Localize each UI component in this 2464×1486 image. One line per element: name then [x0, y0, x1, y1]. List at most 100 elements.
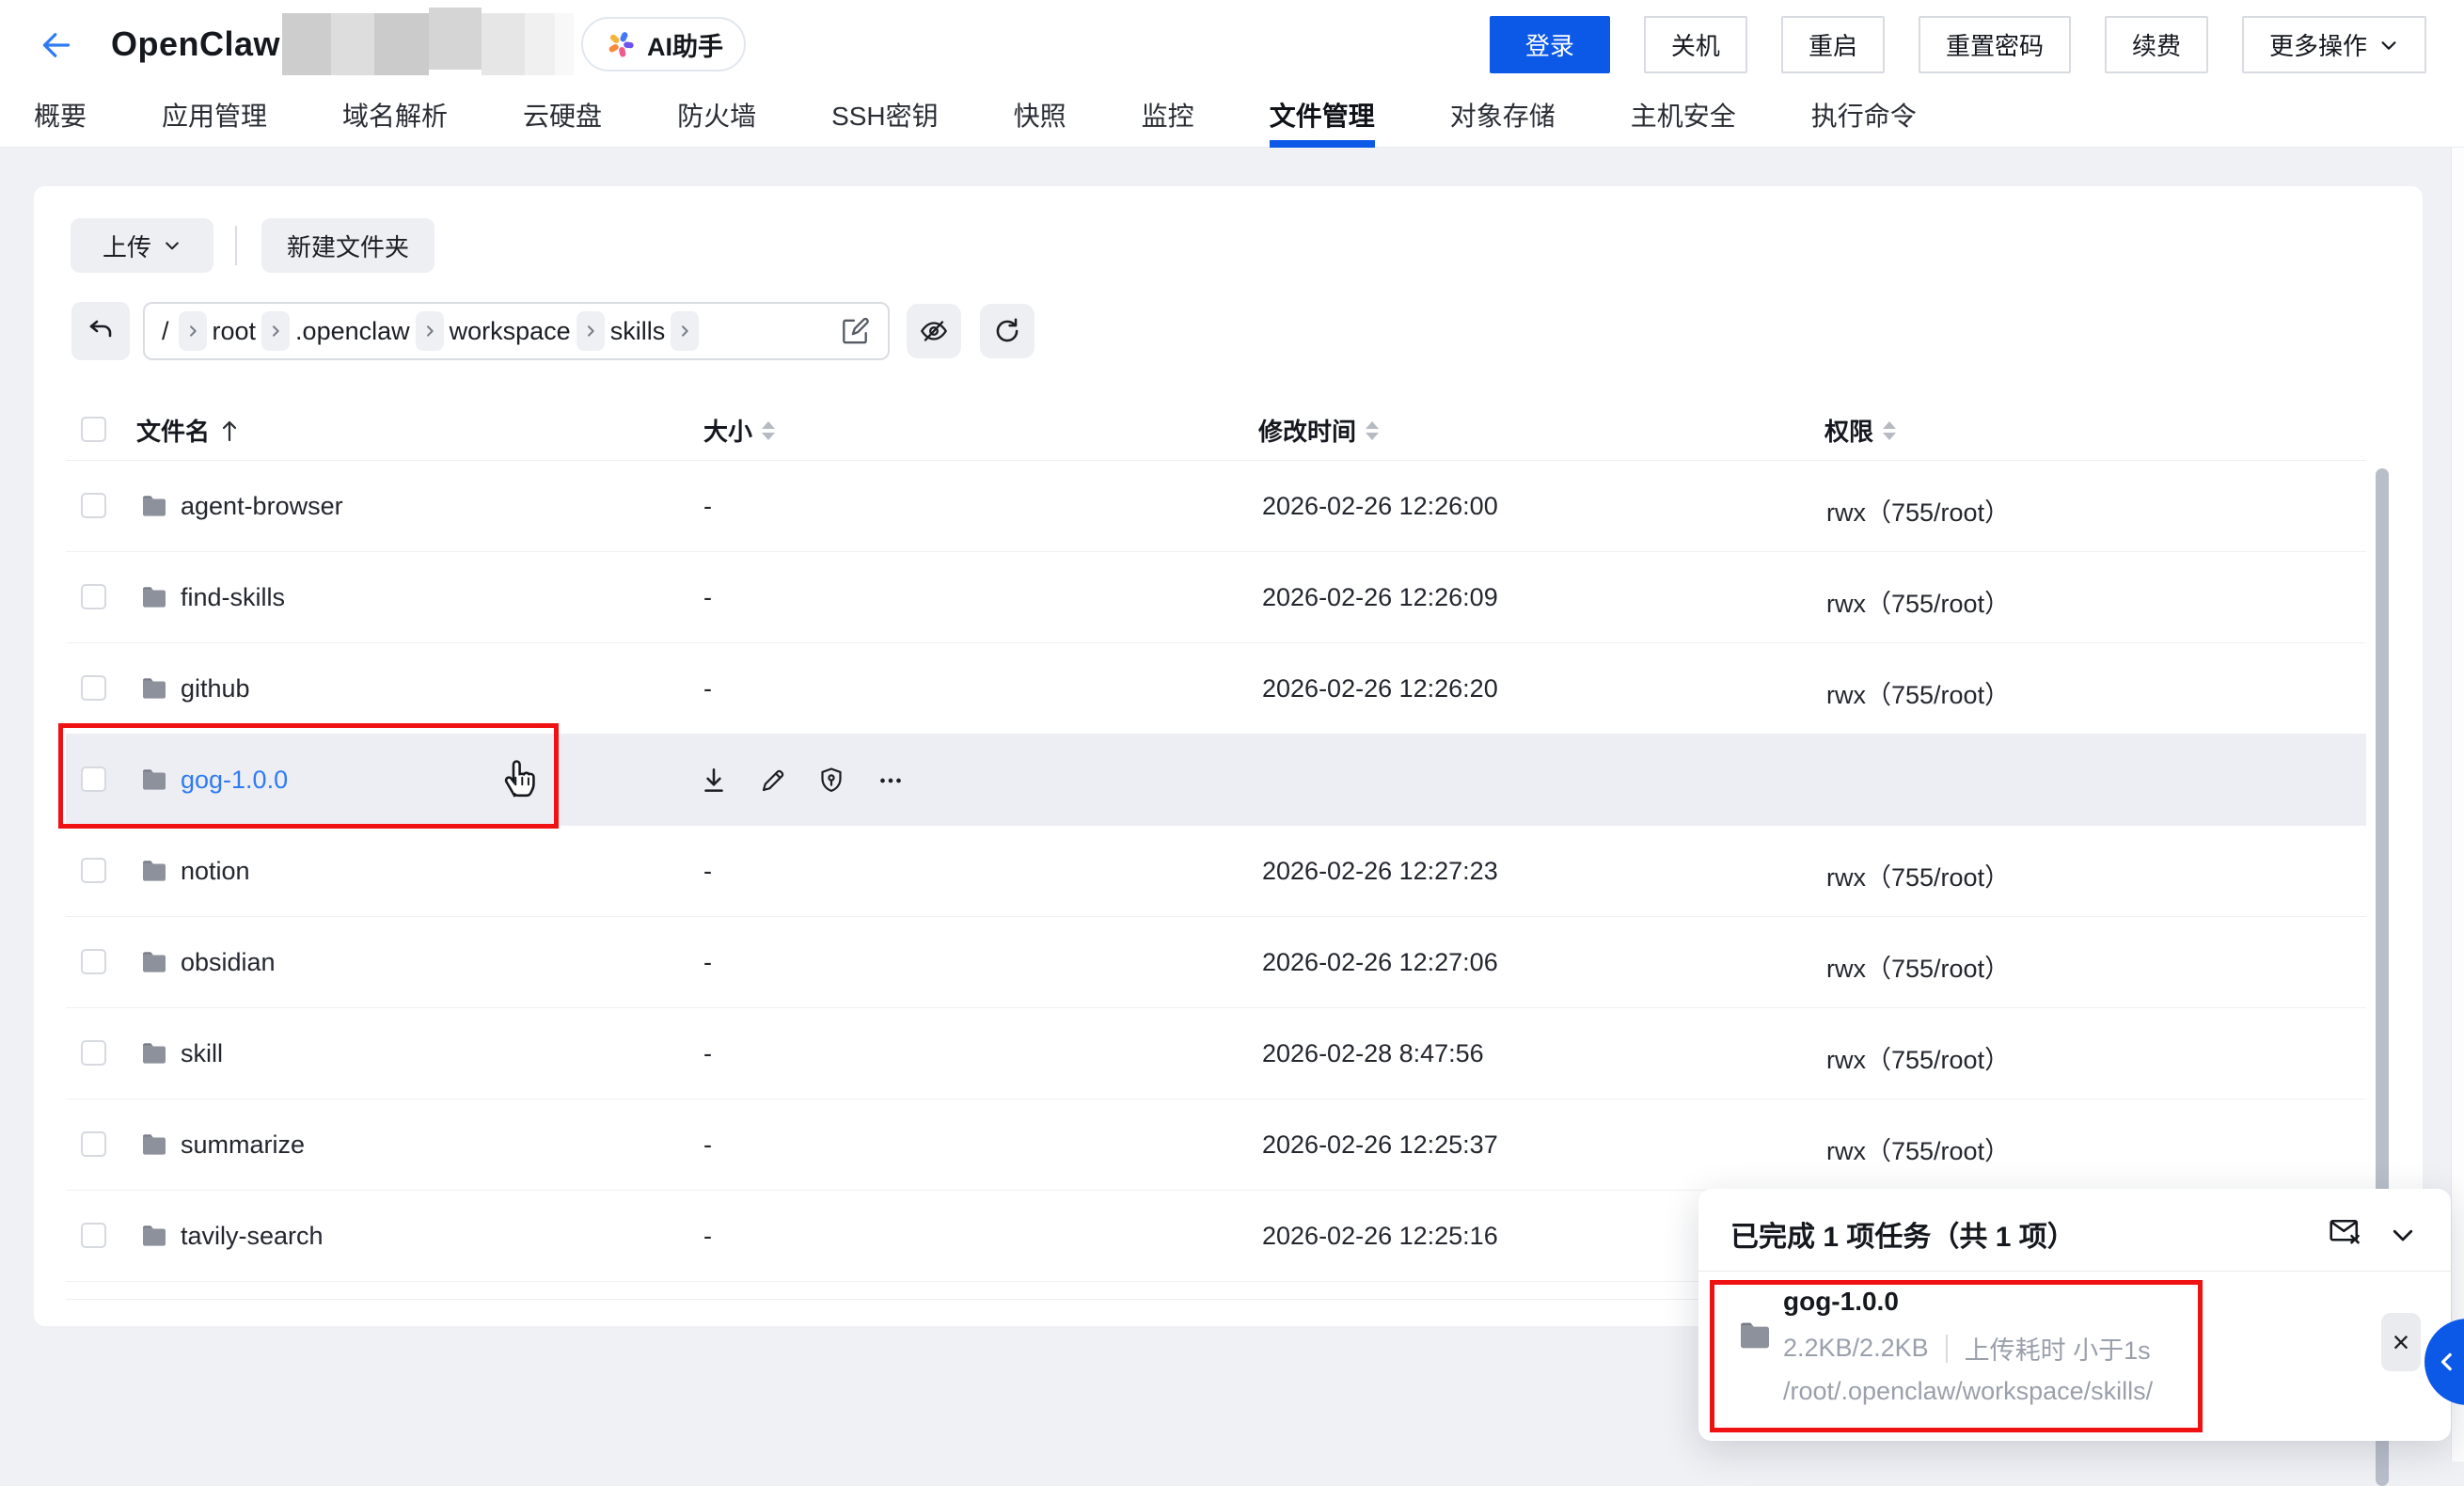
tab-item[interactable]: 快照: [1014, 90, 1066, 148]
more-actions-icon[interactable]: [875, 765, 907, 797]
table-row[interactable]: find-skills - 2026-02-26 12:26:09 rwx（75…: [66, 552, 2366, 643]
task-item[interactable]: gog-1.0.0 2.2KB/2.2KB 上传耗时 小于1s /root/.o…: [1698, 1272, 2451, 1441]
breadcrumb-chevron[interactable]: [416, 311, 444, 351]
refresh-button[interactable]: [980, 304, 1035, 358]
tab-item[interactable]: 防火墙: [677, 90, 756, 148]
breadcrumb-chevron[interactable]: [261, 311, 290, 351]
row-checkbox[interactable]: [81, 584, 106, 609]
file-mtime: 2026-02-26 12:26:09: [1262, 583, 1498, 612]
header-action-button[interactable]: 续费: [2105, 16, 2208, 73]
column-header-filename[interactable]: 文件名: [136, 413, 240, 448]
file-mtime: 2026-02-26 12:26:00: [1262, 492, 1498, 521]
header-action-button[interactable]: 重启: [1781, 16, 1885, 73]
row-checkbox[interactable]: [81, 1223, 106, 1248]
toggle-hidden-files-button[interactable]: [907, 304, 961, 358]
table-row[interactable]: skill - 2026-02-28 8:47:56 rwx（755/root）: [66, 1008, 2366, 1099]
chevron-right-icon: [583, 324, 598, 339]
table-row[interactable]: github - 2026-02-26 12:26:20 rwx（755/roo…: [66, 643, 2366, 735]
file-name[interactable]: skill: [181, 1039, 223, 1068]
collapse-panel-chevron-icon[interactable]: [2389, 1221, 2417, 1249]
breadcrumb-chevron[interactable]: [179, 311, 207, 351]
header-action-button[interactable]: 关机: [1644, 16, 1747, 73]
row-checkbox[interactable]: [81, 1131, 106, 1157]
task-panel-title: 已完成 1 项任务（共 1 项）: [1730, 1213, 2076, 1255]
new-folder-button[interactable]: 新建文件夹: [261, 218, 434, 273]
path-root-symbol: /: [162, 317, 169, 346]
table-row[interactable]: summarize - 2026-02-26 12:25:37 rwx（755/…: [66, 1099, 2366, 1191]
breadcrumb-segment[interactable]: workspace: [450, 317, 571, 346]
tab-item[interactable]: 主机安全: [1631, 90, 1736, 148]
file-size: -: [703, 583, 712, 612]
file-mtime: 2026-02-26 12:26:20: [1262, 674, 1498, 703]
file-name[interactable]: agent-browser: [181, 492, 343, 521]
file-name[interactable]: github: [181, 674, 250, 703]
header-action-label: 续费: [2132, 27, 2181, 62]
file-size: -: [703, 492, 712, 521]
tab-item[interactable]: 文件管理: [1270, 90, 1375, 148]
row-checkbox[interactable]: [81, 1040, 106, 1066]
sort-icon[interactable]: [1366, 421, 1379, 440]
tab-item[interactable]: 云硬盘: [523, 90, 602, 148]
chevron-right-icon: [422, 324, 437, 339]
header-action-button[interactable]: 更多操作: [2242, 16, 2426, 73]
file-name[interactable]: notion: [181, 857, 250, 886]
table-row[interactable]: gog-1.0.0: [66, 735, 2366, 826]
ai-assistant-badge[interactable]: AI助手: [581, 17, 746, 71]
upload-button[interactable]: 上传: [71, 218, 213, 273]
file-name[interactable]: tavily-search: [181, 1222, 324, 1251]
tab-label: 执行命令: [1811, 96, 1917, 134]
file-name[interactable]: find-skills: [181, 583, 285, 612]
row-checkbox[interactable]: [81, 767, 106, 792]
breadcrumb-chevron[interactable]: [577, 311, 605, 351]
file-size: -: [703, 1130, 712, 1160]
tab-item[interactable]: 域名解析: [342, 90, 448, 148]
column-label: 大小: [703, 413, 752, 448]
breadcrumb-segment[interactable]: skills: [610, 317, 666, 346]
table-row[interactable]: agent-browser - 2026-02-26 12:26:00 rwx（…: [66, 461, 2366, 552]
header-action-label: 登录: [1525, 27, 1574, 62]
table-row[interactable]: obsidian - 2026-02-26 12:27:06 rwx（755/r…: [66, 917, 2366, 1008]
row-checkbox[interactable]: [81, 675, 106, 701]
clear-notifications-icon[interactable]: [2327, 1213, 2364, 1251]
path-edit-button[interactable]: [839, 315, 871, 347]
select-all-checkbox[interactable]: [81, 417, 106, 442]
browser-scrollbar-track[interactable]: [2451, 148, 2464, 1462]
upload-label: 上传: [103, 229, 151, 263]
path-back-button[interactable]: [71, 302, 130, 360]
file-permission: rwx（755/root）: [1826, 857, 2010, 893]
header-action-button[interactable]: 重置密码: [1919, 16, 2071, 73]
row-checkbox[interactable]: [81, 858, 106, 883]
permission-shield-icon[interactable]: [816, 766, 846, 796]
download-icon[interactable]: [698, 765, 730, 797]
column-header-mtime[interactable]: 修改时间: [1258, 413, 1379, 448]
breadcrumb-segment[interactable]: .openclaw: [295, 317, 410, 346]
rename-edit-icon[interactable]: [758, 766, 788, 796]
breadcrumb-chevron[interactable]: [671, 311, 699, 351]
file-name[interactable]: summarize: [181, 1130, 305, 1160]
breadcrumb-segment[interactable]: root: [213, 317, 257, 346]
path-breadcrumb-field[interactable]: / root .openclaw workspace: [143, 302, 890, 360]
column-header-permission[interactable]: 权限: [1824, 413, 1896, 448]
back-button[interactable]: [32, 21, 81, 70]
row-checkbox[interactable]: [81, 949, 106, 974]
tab-item[interactable]: 对象存储: [1450, 90, 1556, 148]
column-header-size[interactable]: 大小: [703, 413, 775, 448]
page: OpenClaw AI助手 登录: [0, 0, 2464, 1462]
task-panel-header: 已完成 1 项任务（共 1 项）: [1698, 1189, 2451, 1272]
tab-item[interactable]: 应用管理: [162, 90, 267, 148]
tab-item[interactable]: 概要: [34, 90, 87, 148]
tab-item[interactable]: SSH密钥: [831, 90, 939, 148]
file-size: -: [703, 1039, 712, 1068]
tab-item[interactable]: 监控: [1142, 90, 1194, 148]
task-target-path: /root/.openclaw/workspace/skills/: [1783, 1377, 2153, 1406]
file-name[interactable]: obsidian: [181, 948, 276, 977]
header-action-button[interactable]: 登录: [1490, 16, 1610, 73]
header-action-group: 登录 关机 重启 重置密码 续费: [1490, 16, 2426, 73]
sort-icon[interactable]: [1883, 421, 1896, 440]
sort-icon[interactable]: [762, 421, 775, 440]
table-row[interactable]: notion - 2026-02-26 12:27:23 rwx（755/roo…: [66, 826, 2366, 917]
tab-item[interactable]: 执行命令: [1811, 90, 1917, 148]
task-close-button[interactable]: ×: [2381, 1313, 2421, 1371]
row-checkbox[interactable]: [81, 493, 106, 518]
file-name[interactable]: gog-1.0.0: [181, 766, 288, 795]
